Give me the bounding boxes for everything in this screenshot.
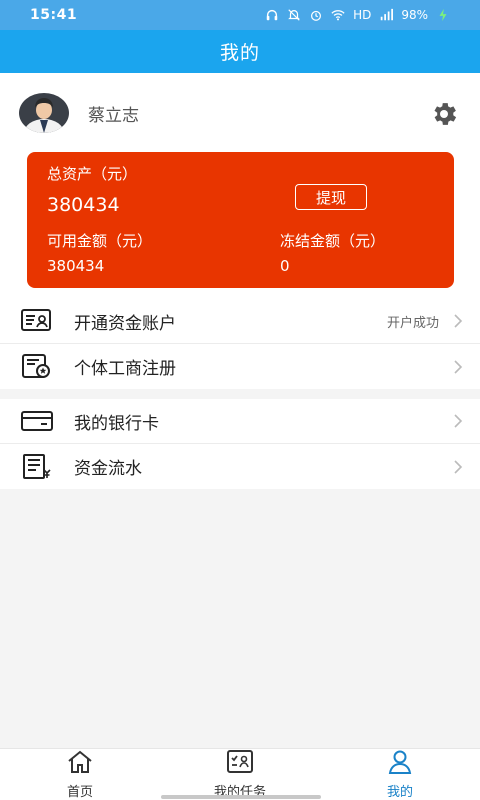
alarm-icon xyxy=(309,8,323,22)
nav-label: 我的 xyxy=(386,785,413,800)
chevron-right-icon xyxy=(452,459,464,475)
chevron-right-icon xyxy=(452,413,464,429)
menu-item-bank-card[interactable]: 我的银行卡 xyxy=(0,399,480,444)
total-assets-label: 总资产（元） xyxy=(47,165,138,183)
frozen-amount-label: 冻结金额（元） xyxy=(280,232,386,250)
menu-group-finance: 我的银行卡 资金流水 xyxy=(0,399,480,489)
nav-label: 首页 xyxy=(66,785,93,800)
menu-item-label: 资金流水 xyxy=(74,459,142,479)
menu-item-label: 开通资金账户 xyxy=(74,313,176,334)
network-type: HD xyxy=(353,8,372,22)
wifi-icon xyxy=(331,8,345,22)
mute-bell-icon xyxy=(287,8,301,22)
chevron-right-icon xyxy=(452,313,464,329)
user-name: 蔡立志 xyxy=(88,106,139,126)
status-bar: 15:41 HD 98% xyxy=(0,0,480,30)
frozen-amount-value: 0 xyxy=(280,257,290,275)
status-icons: HD 98% xyxy=(265,8,450,22)
menu-item-label: 我的银行卡 xyxy=(74,413,159,434)
user-avatar-icon[interactable] xyxy=(19,93,69,133)
home-icon xyxy=(66,749,94,779)
available-amount-label: 可用金额（元） xyxy=(47,232,153,250)
battery-percent: 98% xyxy=(401,8,428,22)
profile-icon xyxy=(386,749,414,779)
menu-group-account: 开通资金账户 开户成功 个体工商注册 xyxy=(0,299,480,389)
chevron-right-icon xyxy=(452,359,464,375)
account-status: 开户成功 xyxy=(386,315,439,331)
bottom-nav: 首页 我的任务 我的 xyxy=(0,748,480,800)
asset-card: 总资产（元） 380434 提现 可用金额（元） 380434 冻结金额（元） … xyxy=(27,152,454,288)
menu-item-fund-flow[interactable]: 资金流水 xyxy=(0,444,480,489)
gear-icon[interactable] xyxy=(429,99,459,129)
status-time: 15:41 xyxy=(30,7,78,23)
nav-item-tasks[interactable]: 我的任务 xyxy=(160,749,320,800)
menu-item-business-registration[interactable]: 个体工商注册 xyxy=(0,344,480,389)
profile-section: 蔡立志 总资产（元） 380434 提现 可用金额（元） 380434 冻结金额… xyxy=(0,73,480,300)
available-amount-value: 380434 xyxy=(47,257,105,275)
signal-icon xyxy=(379,8,394,22)
transaction-record-icon xyxy=(21,453,53,481)
task-icon xyxy=(226,749,254,779)
withdraw-button[interactable]: 提现 xyxy=(295,184,367,210)
nav-item-home[interactable]: 首页 xyxy=(0,749,160,800)
business-license-icon xyxy=(21,353,53,381)
nav-item-mine[interactable]: 我的 xyxy=(320,749,480,800)
menu-item-label: 个体工商注册 xyxy=(74,359,176,379)
bank-card-icon xyxy=(21,407,53,435)
menu-item-open-fund-account[interactable]: 开通资金账户 开户成功 xyxy=(0,299,480,344)
page-title: 我的 xyxy=(0,30,480,73)
home-indicator[interactable] xyxy=(161,795,321,799)
charging-icon xyxy=(436,8,450,22)
total-assets-value: 380434 xyxy=(47,194,120,216)
headphone-icon xyxy=(265,8,279,22)
account-card-icon xyxy=(21,307,53,335)
